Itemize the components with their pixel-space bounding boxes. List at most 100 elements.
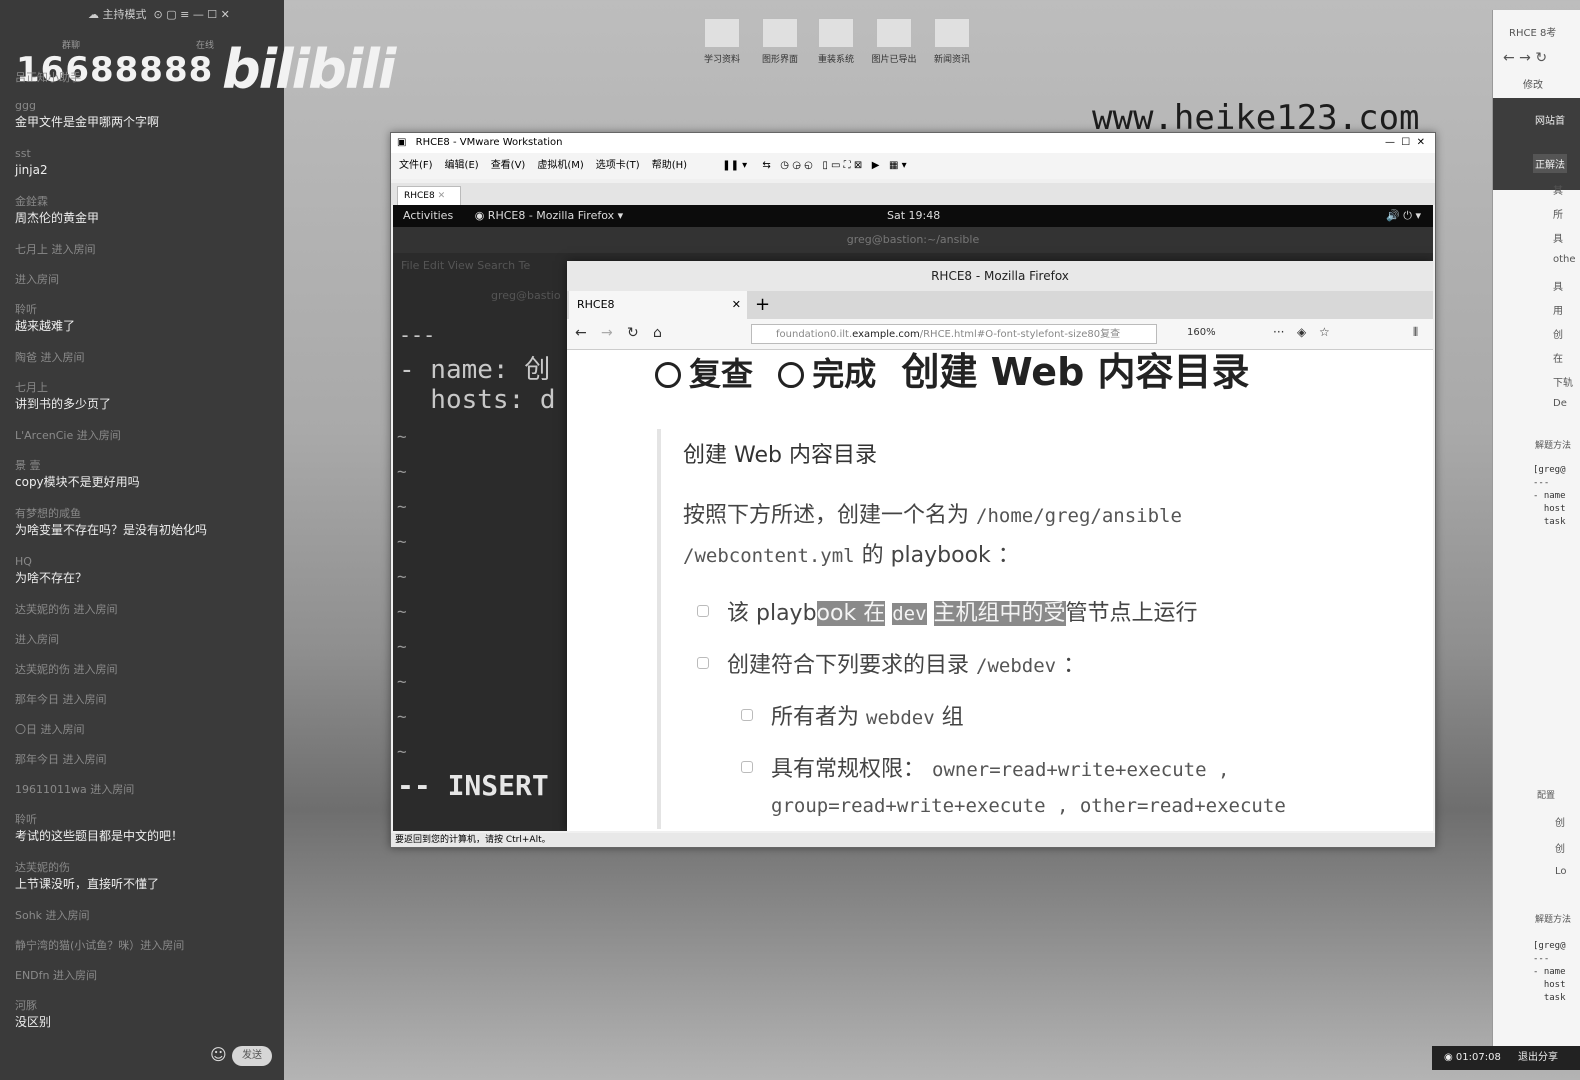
shortcut-icon	[934, 18, 970, 48]
live-chat-panel: ☁ 主持模式 ⊙ ▢ ≡ — ☐ ✕ 群聊 在线 16688888 bilibi…	[0, 0, 396, 1080]
side-list-item: 用	[1553, 306, 1563, 317]
desktop-shortcut[interactable]: 图片已导出	[866, 18, 922, 65]
guest-screen[interactable]: Activities ◉ RHCE8 - Mozilla Firefox ▾ S…	[393, 205, 1433, 831]
clock[interactable]: Sat 19:48	[887, 205, 940, 227]
close-tab-icon[interactable]: ✕	[732, 291, 741, 319]
join-notice: ENDfn 进入房间	[15, 969, 97, 982]
vmware-menu-item[interactable]: 查看(V)	[491, 160, 526, 171]
chat-message: 进入房间	[15, 632, 59, 648]
library-icon[interactable]: ⫴	[1413, 325, 1418, 340]
shortcut-label: 重装系统	[817, 55, 854, 65]
vmware-menu-item[interactable]: 虚拟机(M)	[537, 160, 583, 171]
forward-icon[interactable]: →	[601, 325, 613, 341]
heading-done: 完成	[812, 355, 877, 393]
emoji-icon[interactable]: ☺	[210, 1045, 227, 1064]
chat-username: ggg	[15, 99, 36, 112]
side-list-item: othe	[1553, 254, 1576, 265]
intro-path-2: /webcontent.yml	[683, 545, 855, 567]
chat-message: 那年今日 进入房间	[15, 752, 107, 768]
shortcut-icon	[876, 18, 912, 48]
chat-message: 河豚 没区别	[15, 998, 51, 1030]
chat-username: 河豚	[15, 999, 37, 1012]
join-notice: 达芙妮的伤 进入房间	[15, 603, 118, 616]
pause-icon[interactable]: ❚❚ ▾	[722, 160, 747, 171]
side-list-item: 在	[1553, 354, 1563, 365]
shortcut-icon	[818, 18, 854, 48]
bookmark-star-icon[interactable]: ☆	[1319, 325, 1330, 339]
home-icon[interactable]: ⌂	[653, 325, 662, 341]
vim-empty-line: ~	[397, 672, 407, 691]
send-button[interactable]: 发送	[232, 1046, 272, 1066]
chat-message: 有梦想的咸鱼 为啥变量不存在吗？是没有初始化吗	[15, 506, 207, 538]
firefox-tab[interactable]: RHCE8 ✕	[569, 291, 747, 319]
side-list-item: 所	[1553, 210, 1563, 221]
chat-text: 越来越难了	[15, 319, 76, 333]
vmware-menu-item[interactable]: 文件(F)	[399, 160, 433, 171]
desktop-shortcut[interactable]: 图形界面	[752, 18, 808, 65]
desktop-shortcut[interactable]: 学习资料	[694, 18, 750, 65]
side-list-item: 其	[1553, 186, 1563, 197]
host-mode-icon: ☁	[88, 8, 99, 21]
chat-username: HQ	[15, 555, 32, 568]
new-tab-icon[interactable]: +	[755, 291, 770, 319]
chat-username: sst	[15, 147, 31, 160]
s1-code: webdev	[866, 707, 935, 729]
terminal-menu[interactable]: File Edit View Search Te	[401, 259, 530, 272]
vmware-menu-item[interactable]: 帮助(H)	[652, 160, 687, 171]
bullet-1	[697, 605, 709, 617]
zoom-level[interactable]: 160%	[1187, 327, 1216, 338]
activities-button[interactable]: Activities	[403, 209, 453, 222]
chat-message: 七月上 讲到书的多少页了	[15, 380, 111, 412]
vm-tab[interactable]: RHCE8 ✕	[397, 186, 461, 205]
url-path: /RHCE.html#O-font-stylefont-size80复查	[919, 329, 1121, 340]
desktop-shortcut[interactable]: 新闻资讯	[924, 18, 980, 65]
back-icon[interactable]: ← → ↻	[1503, 50, 1547, 66]
join-notice: 进入房间	[15, 633, 59, 646]
reload-icon[interactable]: ↻	[627, 325, 639, 341]
pocket-icon[interactable]: ◈	[1297, 325, 1306, 339]
side-list-item: 具	[1553, 282, 1563, 293]
b1-highlight-2: 主机组中的受	[933, 601, 1066, 626]
vim-empty-line: ~	[397, 707, 407, 726]
chat-text: 金甲文件是金甲哪两个字啊	[15, 115, 160, 129]
chat-username: 七月上	[15, 381, 48, 394]
radio-done[interactable]	[778, 361, 805, 388]
side-browser-tab[interactable]: RHCE 8考	[1509, 24, 1556, 39]
stop-share-button[interactable]: 退出分享	[1518, 1052, 1558, 1063]
code-line: [greg@	[1533, 465, 1566, 475]
bookmark-edit[interactable]: 修改	[1523, 76, 1543, 91]
join-notice: 〇日 进入房间	[15, 723, 85, 736]
code-line: host	[1533, 504, 1566, 514]
chat-text: 为啥不存在？	[15, 571, 88, 585]
desktop-shortcut[interactable]: 重装系统	[808, 18, 864, 65]
toolbar-icons[interactable]: ⇆ ◷ ◶ ◵ ▯ ▭ ⛶ ⊠ ▶ ▦ ▾	[762, 160, 906, 171]
vmware-menu-item[interactable]: 编辑(E)	[445, 160, 479, 171]
section-solution-1: 解题方法	[1535, 441, 1572, 451]
join-notice: 19611011wa 进入房间	[15, 783, 135, 796]
url-domain: example.com	[852, 329, 920, 340]
b1-code: dev	[892, 603, 927, 625]
vim-empty-line: ~	[397, 497, 407, 516]
app-menu[interactable]: ◉ RHCE8 - Mozilla Firefox ▾	[475, 209, 623, 222]
back-icon[interactable]: ←	[575, 325, 587, 341]
elapsed-time: 01:07:08	[1455, 1052, 1501, 1063]
radio-review[interactable]	[655, 361, 681, 388]
terminal-title: greg@bastion:~/ansible	[393, 227, 1433, 253]
b2-code: /webdev	[976, 655, 1057, 677]
solution-tab[interactable]: 正解法	[1533, 154, 1567, 173]
join-notice: 七月上 进入房间	[15, 243, 96, 256]
settings-icon[interactable]: ⊙ ▢ ≡ — ☐ ✕	[150, 8, 229, 21]
page-actions-icon[interactable]: ···	[1273, 325, 1284, 339]
system-tray-icons[interactable]: 🔊 ⏻ ▾	[1386, 205, 1421, 227]
window-controls[interactable]: — ☐ ✕	[1385, 133, 1425, 153]
chat-message: HQ 为啥不存在？	[15, 554, 87, 586]
join-notice: 那年今日 进入房间	[15, 753, 107, 766]
chat-text: 没区别	[15, 1015, 52, 1029]
close-icon[interactable]: ✕	[438, 191, 446, 201]
chat-message: 那年今日 进入房间	[15, 692, 107, 708]
site-home-link[interactable]: 网站首	[1535, 112, 1565, 127]
chat-message: 聆听 越来越难了	[15, 302, 75, 334]
vmware-menu-item[interactable]: 选项卡(T)	[596, 160, 640, 171]
vim-empty-line: ~	[397, 742, 407, 761]
side-list-item: 具	[1553, 234, 1563, 245]
